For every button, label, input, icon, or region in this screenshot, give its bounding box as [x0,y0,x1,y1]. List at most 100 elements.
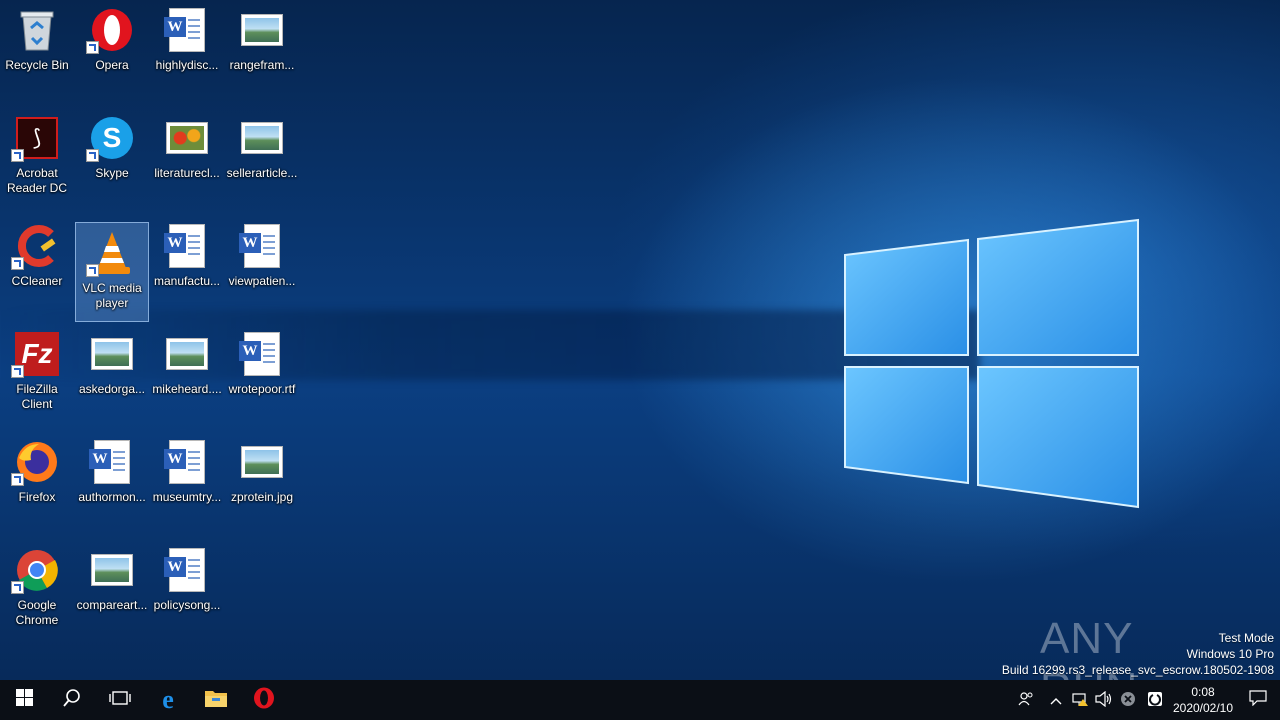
task-view-icon [109,690,131,711]
image-file-icon [238,114,286,162]
word-document-icon: W [163,222,211,270]
acrobat-icon: ⟆ [11,114,61,162]
icon-label: mikeheard.... [152,382,222,396]
icon-label: Skype [95,166,129,180]
word-document-icon: W [238,330,286,378]
windows-logo-wallpaper [840,215,1140,515]
icon-label: zprotein.jpg [230,490,294,504]
icon-label: highlydisc... [155,58,219,72]
icon-label: museumtry... [152,490,222,504]
icon-label: CCleaner [11,274,63,288]
desktop-icon-firefox[interactable]: Firefox [0,432,74,532]
desktop-icon-askedorga[interactable]: askedorga... [75,324,149,424]
image-file-icon [238,438,286,486]
tray-app-button[interactable] [1116,680,1140,720]
image-file-icon [88,330,136,378]
clock-date: 2020/02/10 [1172,701,1234,715]
shortcut-arrow-icon [11,257,24,270]
action-center-button[interactable] [1236,680,1280,720]
firefox-icon [11,438,61,486]
image-file-icon [238,6,286,54]
desktop-icon-rangefram[interactable]: rangefram... [225,0,299,100]
desktop-icon-zprotein[interactable]: zprotein.jpg [225,432,299,532]
shortcut-arrow-icon [86,41,99,54]
desktop-icon-mikeheard[interactable]: mikeheard.... [150,324,224,424]
desktop-icon-literaturecl[interactable]: literaturecl... [150,108,224,208]
icon-label: askedorga... [78,382,146,396]
tray-app-icon [1147,691,1163,710]
shortcut-arrow-icon [11,149,24,162]
desktop-icon-chrome[interactable]: Google Chrome [0,540,74,640]
volume-button[interactable] [1092,680,1116,720]
icon-label: literaturecl... [154,166,220,180]
icon-label: wrotepoor.rtf [228,382,296,396]
desktop-icon-filezilla[interactable]: Fz FileZilla Client [0,324,74,424]
icon-label: compareart... [76,598,148,612]
desktop-icon-viewpatien[interactable]: W viewpatien... [225,216,299,316]
icon-label: FileZilla Client [16,382,58,411]
system-tray: 0:08 2020/02/10 [1008,680,1280,720]
people-button[interactable] [1008,680,1044,720]
icon-label: manufactu... [153,274,221,288]
taskbar-opera-button[interactable] [240,680,288,720]
desktop[interactable]: Recycle Bin ⟆ Acrobat Reader DC CCleaner… [0,0,1280,680]
desktop-icon-sellerarticle[interactable]: sellerarticle... [225,108,299,208]
edge-icon: e [162,685,174,714]
icon-label: rangefram... [229,58,295,72]
desktop-icon-recycle-bin[interactable]: Recycle Bin [0,0,74,100]
task-view-button[interactable] [96,680,144,720]
image-file-icon [88,546,136,594]
folder-icon [204,688,228,713]
desktop-icon-skype[interactable]: S Skype [75,108,149,208]
clock-time: 0:08 [1191,685,1215,699]
desktop-icon-acrobat[interactable]: ⟆ Acrobat Reader DC [0,108,74,208]
opera-icon [253,687,275,714]
desktop-icon-ccleaner[interactable]: CCleaner [0,216,74,316]
shortcut-arrow-icon [86,149,99,162]
people-icon [1018,691,1034,709]
vlc-cone-icon [86,229,136,277]
chrome-icon [11,546,61,594]
desktop-icon-highlydisc[interactable]: W highlydisc... [150,0,224,100]
icon-label: VLC media player [82,281,142,310]
test-mode-watermark: Test Mode Windows 10 Pro Build 16299.rs3… [1002,630,1274,678]
image-file-flowers-icon [163,114,211,162]
desktop-icon-opera[interactable]: Opera [75,0,149,100]
speaker-icon [1095,690,1113,710]
taskbar-edge-button[interactable]: e [144,680,192,720]
show-hidden-icons-button[interactable] [1044,680,1068,720]
skype-icon: S [86,114,136,162]
icon-label: policysong... [153,598,221,612]
image-file-icon [163,330,211,378]
desktop-icon-museumtry[interactable]: W museumtry... [150,432,224,532]
taskbar-file-explorer-button[interactable] [192,680,240,720]
desktop-icon-authormon[interactable]: W authormon... [75,432,149,532]
icon-label: sellerarticle... [226,166,298,180]
search-button[interactable] [48,680,96,720]
tray-app-button-2[interactable] [1140,680,1170,720]
network-button[interactable] [1068,680,1092,720]
close-circle-icon [1120,691,1136,710]
icon-label: Recycle Bin [5,58,69,72]
ccleaner-icon [11,222,61,270]
desktop-icon-wrotepoor[interactable]: W wrotepoor.rtf [225,324,299,424]
word-document-icon: W [163,6,211,54]
start-button[interactable] [0,680,48,720]
opera-icon [86,6,136,54]
icon-label: Google Chrome [15,598,59,627]
desktop-icon-compareart[interactable]: compareart... [75,540,149,640]
icon-label: Acrobat Reader DC [6,166,68,195]
shortcut-arrow-icon [86,264,99,277]
desktop-icon-policysong[interactable]: W policysong... [150,540,224,640]
taskbar: e 0:08 2020/02/10 [0,680,1280,720]
clock[interactable]: 0:08 2020/02/10 [1170,684,1236,716]
watermark-line-test-mode: Test Mode [1218,631,1274,645]
chevron-up-icon [1050,693,1062,708]
notification-icon [1249,689,1267,711]
word-document-icon: W [163,546,211,594]
desktop-icon-manufactu[interactable]: W manufactu... [150,216,224,316]
desktop-icon-vlc[interactable]: VLC media player [75,222,149,322]
word-document-icon: W [163,438,211,486]
shortcut-arrow-icon [11,581,24,594]
watermark-line-edition: Windows 10 Pro [1186,647,1274,661]
